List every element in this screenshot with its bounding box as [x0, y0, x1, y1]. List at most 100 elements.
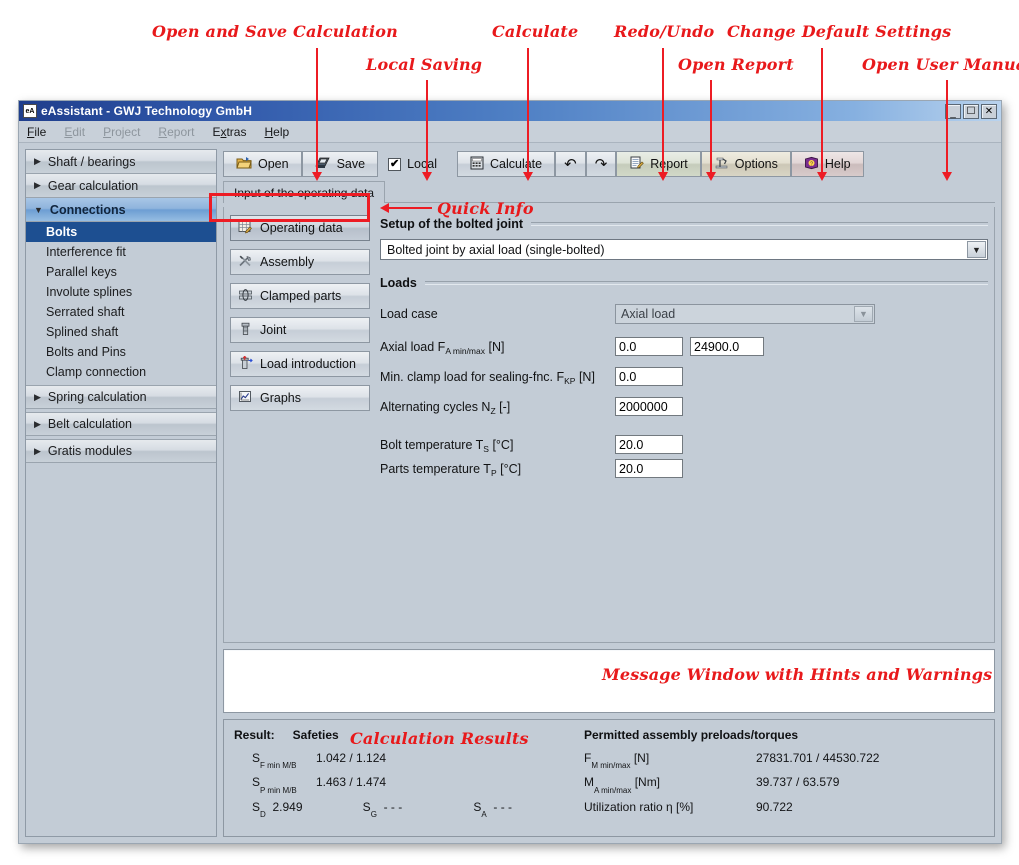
sidebar-item-label: Clamp connection — [46, 365, 146, 379]
sidebar-group-label: Gratis modules — [48, 444, 132, 458]
menu-project[interactable]: Project — [103, 125, 140, 139]
sidebar-item-interference-fit[interactable]: Interference fit — [26, 242, 216, 262]
nav-assembly[interactable]: Assembly — [230, 249, 370, 275]
clamped-parts-icon — [238, 288, 253, 305]
nav-clamped-parts[interactable]: Clamped parts — [230, 283, 370, 309]
joint-type-select[interactable]: Bolted joint by axial load (single-bolte… — [380, 239, 988, 260]
quick-info-row: Input of the operating data — [223, 181, 995, 207]
close-icon[interactable]: ✕ — [981, 104, 997, 119]
help-button[interactable]: ? Help — [791, 151, 864, 177]
sym-main: S — [252, 775, 260, 789]
options-button[interactable]: Options — [701, 151, 791, 177]
menu-help[interactable]: Help — [264, 125, 289, 139]
undo-arrow-icon: ↶ — [564, 155, 577, 173]
bolt-temperature-label: Bolt temperature TS [°C] — [380, 438, 615, 452]
result-trio-row: SD 2.949 SG - - - SA - - - — [234, 800, 584, 816]
result-sg: SG - - - — [363, 800, 474, 816]
maximize-icon[interactable]: ☐ — [963, 104, 979, 119]
sidebar-item-label: Interference fit — [46, 245, 126, 259]
help-button-label: Help — [825, 157, 851, 171]
alternating-cycles-input[interactable]: 2000000 — [615, 397, 683, 416]
safeties-title: Safeties — [293, 728, 339, 742]
chevron-down-icon: ▼ — [34, 205, 43, 215]
load-case-select[interactable]: Axial load ▼ — [615, 304, 875, 324]
result-row: SF min M/B 1.042 / 1.124 — [234, 751, 584, 767]
tools-icon — [238, 254, 253, 271]
redo-button[interactable]: ↷ — [586, 151, 617, 177]
calculate-button[interactable]: Calculate — [457, 151, 555, 177]
label-main: Alternating cycles N — [380, 400, 490, 414]
minimize-icon[interactable]: _ — [945, 104, 961, 119]
nav-label: Load introduction — [260, 357, 356, 371]
parts-temperature-input[interactable]: 20.0 — [615, 459, 683, 478]
result-left-header: Result: Safeties — [234, 728, 584, 742]
open-button[interactable]: Open — [223, 151, 302, 177]
sidebar-item-bolts-and-pins[interactable]: Bolts and Pins — [26, 342, 216, 362]
sidebar-group-connections[interactable]: ▼ Connections — [26, 198, 216, 222]
quick-info-label: Input of the operating data — [234, 186, 374, 200]
nav-operating-data[interactable]: Operating data — [230, 215, 370, 241]
unit: [Nm] — [635, 775, 660, 789]
table-pencil-icon — [238, 220, 253, 237]
load-case-value: Axial load — [621, 307, 675, 321]
result-value: 27831.701 / 44530.722 — [756, 751, 879, 765]
menu-report[interactable]: Report — [158, 125, 194, 139]
parts-temperature-label: Parts temperature TP [°C] — [380, 462, 615, 476]
nav-label: Graphs — [260, 391, 301, 405]
chevron-right-icon: ▶ — [34, 446, 41, 457]
bolt-icon — [238, 322, 253, 339]
min-clamp-load-input[interactable]: 0.0 — [615, 367, 683, 386]
nav-graphs[interactable]: Graphs — [230, 385, 370, 411]
result-sa: SA - - - — [473, 800, 584, 816]
sidebar: ▶ Shaft / bearings ▶ Gear calculation ▼ … — [25, 149, 217, 837]
sidebar-item-splined-shaft[interactable]: Splined shaft — [26, 322, 216, 342]
calculator-icon — [470, 156, 484, 173]
value: 2.949 — [272, 800, 302, 814]
sym-main: S — [252, 800, 260, 814]
loads-legend-label: Loads — [380, 276, 417, 290]
annotation-local-saving: Local Saving — [366, 55, 482, 74]
label-unit: [N] — [579, 370, 595, 384]
sidebar-empty-area — [26, 463, 216, 836]
sidebar-item-involute-splines[interactable]: Involute splines — [26, 282, 216, 302]
help-book-icon: ? — [804, 156, 819, 173]
axial-load-min-input[interactable]: 0.0 — [615, 337, 683, 356]
annotation-open-report: Open Report — [678, 55, 794, 74]
local-checkbox-group[interactable]: ✔ Local — [378, 157, 447, 171]
menu-extras[interactable]: Extras — [212, 125, 246, 139]
bolt-temperature-input[interactable]: 20.0 — [615, 435, 683, 454]
nav-label: Assembly — [260, 255, 314, 269]
quick-info-tab[interactable]: Input of the operating data — [223, 181, 385, 203]
report-button[interactable]: Report — [616, 151, 701, 177]
nav-joint[interactable]: Joint — [230, 317, 370, 343]
save-button[interactable]: Save — [302, 151, 379, 177]
sidebar-item-bolts[interactable]: Bolts — [26, 222, 216, 242]
form-spacer — [380, 489, 988, 636]
value: - - - — [384, 800, 403, 814]
annotation-redo-undo: Redo/Undo — [614, 22, 714, 41]
sidebar-item-serrated-shaft[interactable]: Serrated shaft — [26, 302, 216, 322]
sidebar-group-shaft-bearings[interactable]: ▶ Shaft / bearings — [26, 150, 216, 174]
sidebar-item-parallel-keys[interactable]: Parallel keys — [26, 262, 216, 282]
main-panel: Operating data Assembly — [223, 207, 995, 643]
nav-label: Joint — [260, 323, 286, 337]
axial-load-max-input[interactable]: 24900.0 — [690, 337, 764, 356]
sidebar-group-gratis-modules[interactable]: ▶ Gratis modules — [26, 439, 216, 463]
menu-file[interactable]: File — [27, 125, 46, 139]
undo-button[interactable]: ↶ — [555, 151, 586, 177]
sidebar-item-clamp-connection[interactable]: Clamp connection — [26, 362, 216, 382]
result-value: 90.722 — [756, 800, 793, 814]
menu-edit[interactable]: Edit — [64, 125, 85, 139]
calculate-button-label: Calculate — [490, 157, 542, 171]
options-button-label: Options — [735, 157, 778, 171]
value: - - - — [493, 800, 512, 814]
result-symbol: Utilization ratio η [%] — [584, 800, 756, 814]
sidebar-group-belt-calculation[interactable]: ▶ Belt calculation — [26, 412, 216, 436]
sidebar-group-gear-calculation[interactable]: ▶ Gear calculation — [26, 174, 216, 198]
sym-sub: A min/max — [594, 786, 631, 795]
nav-load-introduction[interactable]: Load introduction — [230, 351, 370, 377]
sidebar-group-spring-calculation[interactable]: ▶ Spring calculation — [26, 385, 216, 409]
chevron-down-icon[interactable]: ▼ — [967, 241, 986, 258]
sym-main: S — [363, 800, 371, 814]
local-checkbox[interactable]: ✔ — [388, 158, 401, 171]
